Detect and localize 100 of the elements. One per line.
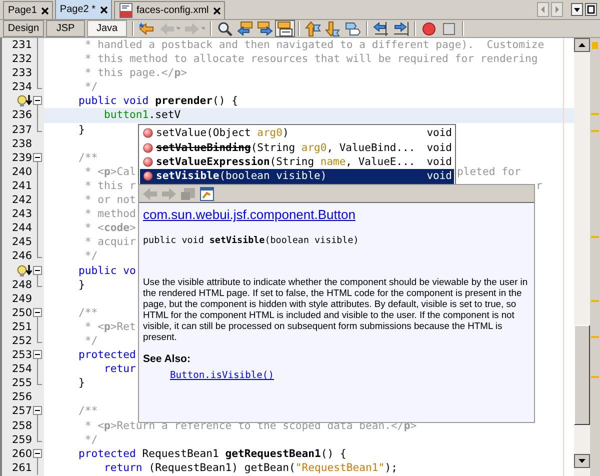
- line-number: 249: [12, 292, 32, 306]
- code-line: return (RequestBean1) getBean("RequestBean1");: [104, 460, 398, 475]
- close-icon[interactable]: [40, 6, 49, 14]
- shift-left-button[interactable]: [371, 20, 391, 37]
- line-number: 261: [12, 460, 32, 475]
- code-line: * or not: [84, 193, 136, 208]
- code-line: /**: [78, 306, 98, 320]
- completion-item[interactable]: setValueBinding(String arg0, ValueBind... void: [140, 140, 454, 155]
- line-number: 241: [12, 178, 32, 194]
- lightbulb-arrow-icon[interactable]: [16, 264, 32, 277]
- line-number: 258: [12, 418, 32, 433]
- toggle-bookmark-button[interactable]: [343, 20, 363, 37]
- maximize-icon[interactable]: [585, 3, 597, 16]
- scrollbar[interactable]: [574, 38, 590, 476]
- collapse-icon[interactable]: [33, 406, 42, 416]
- shift-left-icon: [373, 20, 389, 36]
- line-number: 254: [12, 362, 32, 376]
- scroll-down-icon[interactable]: [574, 454, 590, 468]
- code-line: */: [84, 80, 98, 94]
- record-icon: [421, 20, 437, 36]
- line-number: 236: [12, 108, 32, 123]
- view-tab[interactable]: Design: [3, 20, 44, 37]
- code-line: * <p>Cal: [84, 164, 136, 179]
- collapse-icon[interactable]: [33, 96, 42, 106]
- line-number: 251: [12, 320, 32, 334]
- back-arrow-icon: [159, 20, 175, 36]
- code-area[interactable]: [2, 38, 574, 476]
- line-number: 256: [12, 390, 32, 404]
- line-number: 257: [12, 404, 32, 419]
- scroll-thumb[interactable]: [574, 325, 590, 425]
- code-line: */: [84, 432, 98, 447]
- caret-icon: [201, 27, 205, 30]
- file-tab[interactable]: Page1: [3, 1, 53, 19]
- previous-match-button[interactable]: [235, 20, 255, 37]
- shift-right-button[interactable]: [391, 20, 411, 37]
- file-tab[interactable]: faces-config.xml: [114, 1, 225, 19]
- completion-item[interactable]: setValue(Object arg0) void: [140, 126, 454, 140]
- page-left-arrow-icon: [237, 20, 253, 36]
- code-line: */: [84, 249, 98, 264]
- arrow-star-icon: [139, 20, 155, 36]
- code-line: }: [78, 278, 85, 292]
- code-line: retur: [104, 362, 136, 376]
- fold-end-icon: [37, 122, 42, 132]
- line-number: 239: [12, 150, 32, 165]
- file-tab[interactable]: Page2 *: [54, 0, 112, 19]
- code-line: * this method to allocate resources that will be required for rendering: [84, 52, 538, 66]
- code-line: public vo: [78, 264, 136, 278]
- line-number: 238: [12, 136, 32, 151]
- caret-icon: [176, 27, 180, 30]
- shift-right-icon: [393, 20, 409, 36]
- completion-item[interactable]: setValueExpression(String name, ValueE... void: [140, 154, 454, 170]
- xml-file-icon: [118, 3, 133, 18]
- page-right-arrow-icon: [257, 20, 273, 36]
- method-icon: [143, 142, 153, 153]
- magnifier-icon: [217, 20, 233, 36]
- see-also-link[interactable]: Button.isVisible(): [170, 370, 274, 381]
- completion-item[interactable]: setVisible(boolean visible) void: [140, 169, 454, 184]
- code-line: * <p>Ret: [84, 320, 136, 334]
- stop-icon: [441, 20, 457, 36]
- code-line: button1.setV: [104, 108, 181, 123]
- fold-end-icon: [37, 376, 42, 386]
- close-icon[interactable]: [100, 6, 108, 14]
- class-link[interactable]: com.sun.webui.jsf.component.Button: [143, 207, 356, 222]
- scroll-up-icon[interactable]: [574, 38, 590, 52]
- collapse-icon[interactable]: [33, 266, 42, 274]
- bookmark-tags-icon: [345, 20, 361, 36]
- collapse-icon[interactable]: [33, 350, 42, 360]
- line-number: 246: [12, 249, 32, 264]
- line-number: 240: [12, 164, 32, 179]
- method-signature: public void setVisible(boolean visible): [143, 235, 360, 246]
- code-line: * <code>: [84, 221, 136, 236]
- line-number: 243: [12, 207, 32, 222]
- method-icon: [143, 171, 153, 182]
- line-number: 237: [12, 122, 32, 137]
- line-number: 252: [12, 334, 32, 348]
- code-line: /**: [78, 150, 98, 165]
- previous-bookmark-button[interactable]: [303, 20, 323, 37]
- code-line: protected RequestBean1 getRequestBean1() {: [78, 446, 346, 461]
- highlight-button[interactable]: [275, 20, 295, 37]
- line-number: 242: [12, 193, 32, 208]
- code-line: * this r: [84, 178, 136, 194]
- fold-end-icon: [37, 80, 42, 90]
- code-line: /**: [78, 404, 98, 419]
- collapse-icon[interactable]: [33, 308, 42, 317]
- dropdown-icon[interactable]: [571, 3, 583, 16]
- line-number: 244: [12, 221, 32, 236]
- view-tab[interactable]: JSP: [46, 20, 85, 37]
- browser-icon[interactable]: [199, 186, 215, 202]
- next-bookmark-button[interactable]: [323, 20, 343, 37]
- method-icon: [143, 156, 153, 167]
- method-icon: [143, 128, 153, 138]
- down-arrow-icon: [325, 20, 341, 36]
- see-also-heading: See Also:: [143, 353, 192, 365]
- close-icon[interactable]: [212, 6, 221, 14]
- next-match-button[interactable]: [255, 20, 275, 37]
- collapse-icon[interactable]: [33, 448, 42, 458]
- view-tab[interactable]: Java: [87, 20, 127, 37]
- code-line: }: [78, 376, 85, 390]
- lightbulb-arrow-icon[interactable]: [16, 95, 32, 108]
- collapse-icon[interactable]: [33, 152, 42, 162]
